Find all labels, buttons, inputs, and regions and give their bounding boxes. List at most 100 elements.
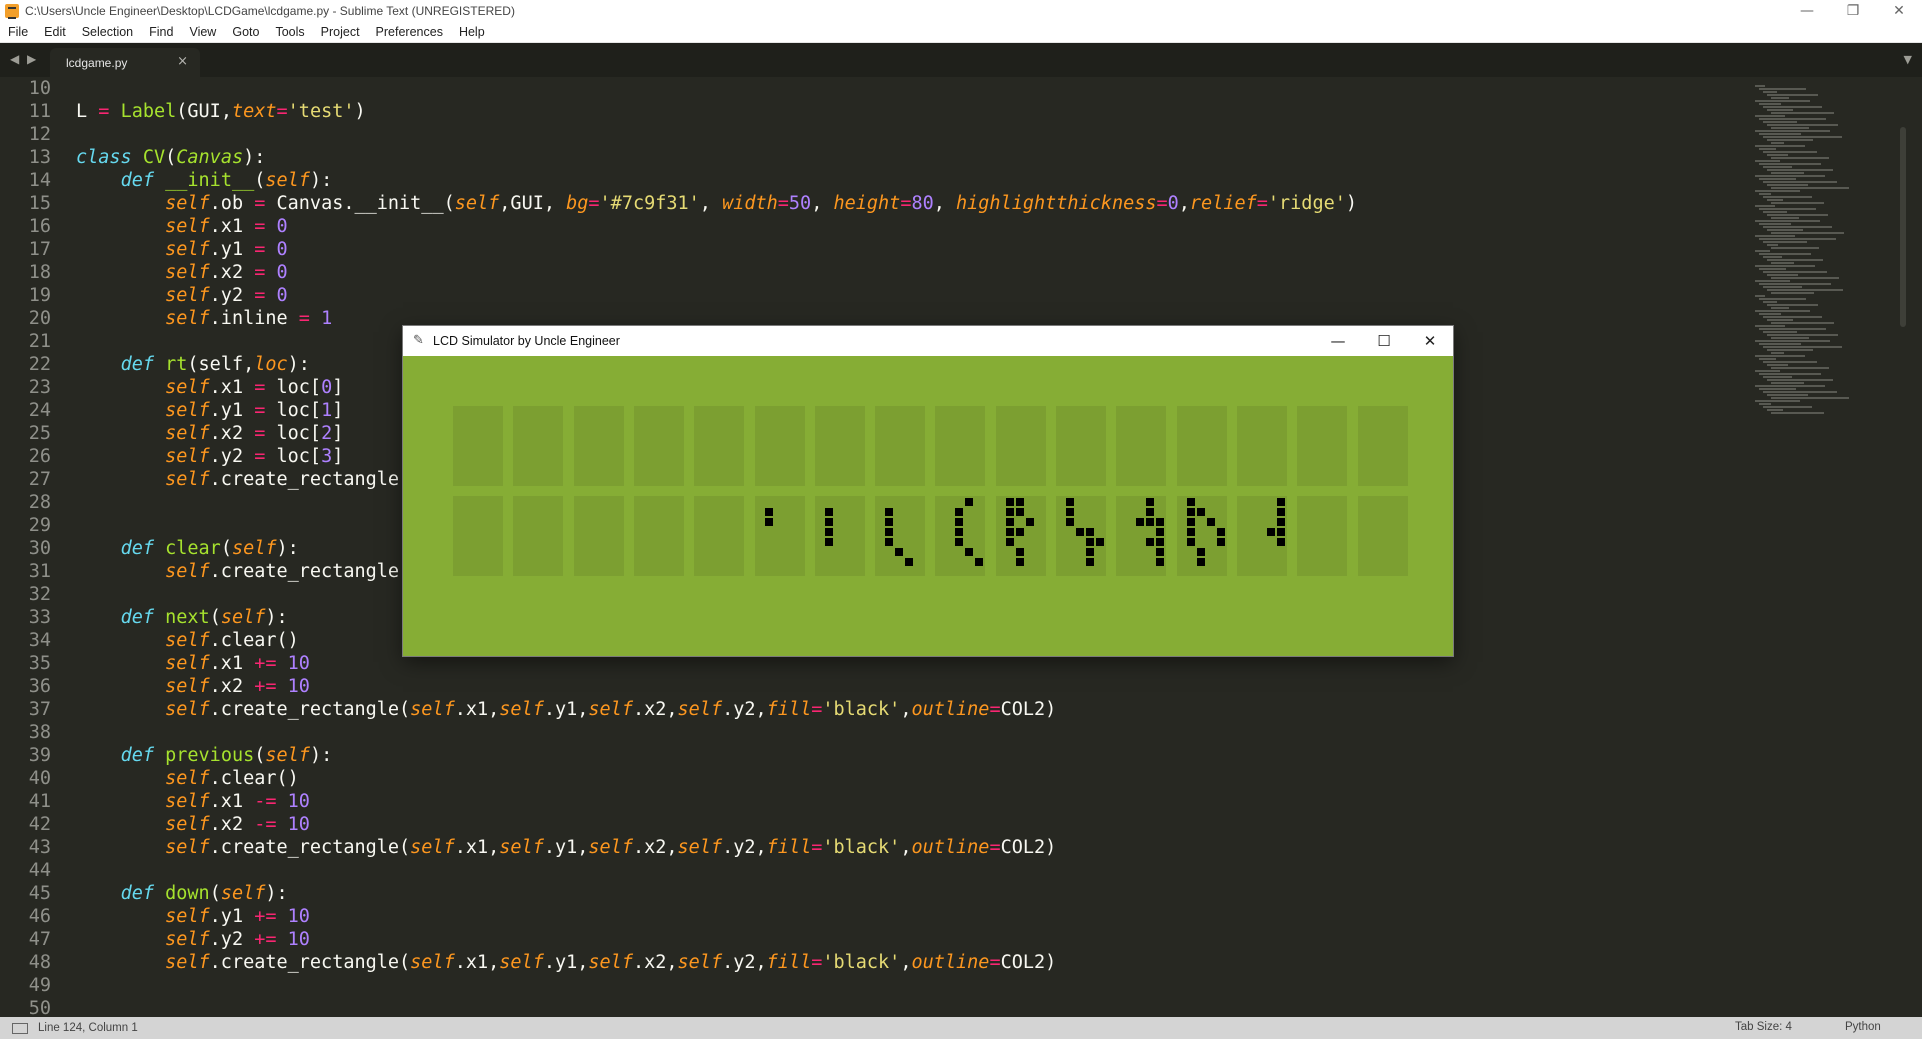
lcd-pixel bbox=[955, 508, 964, 516]
line-number: 40 bbox=[28, 768, 51, 789]
code-text: def __init__(self): bbox=[76, 169, 333, 192]
line-number: 45 bbox=[28, 883, 51, 904]
code-token: .y1 bbox=[209, 239, 255, 260]
code-token: COL2) bbox=[1000, 699, 1057, 720]
code-line[interactable]: 40 self.clear() bbox=[0, 767, 1740, 790]
code-text: self.create_rectangle(self.x1,self.y1,se… bbox=[76, 836, 1056, 859]
code-line[interactable]: 45 def down(self): bbox=[0, 882, 1740, 905]
minimap-line bbox=[1767, 169, 1833, 171]
code-line[interactable]: 36 self.x2 += 10 bbox=[0, 675, 1740, 698]
console-icon[interactable] bbox=[12, 1022, 28, 1034]
code-line[interactable]: 37 self.create_rectangle(self.x1,self.y1… bbox=[0, 698, 1740, 721]
tab-bar: ◀ ▶ lcdgame.py × ▼ bbox=[0, 43, 1922, 77]
code-line[interactable]: 43 self.create_rectangle(self.x1,self.y1… bbox=[0, 836, 1740, 859]
lcd-pixel bbox=[1216, 528, 1225, 536]
minimap-line bbox=[1767, 409, 1783, 411]
code-line[interactable]: 10 bbox=[0, 77, 1740, 100]
code-line[interactable]: 47 self.y2 += 10 bbox=[0, 928, 1740, 951]
lcd-pixel bbox=[905, 558, 914, 566]
lcd-minimize-button[interactable]: — bbox=[1315, 326, 1361, 356]
lcd-cell bbox=[513, 496, 564, 576]
code-line[interactable]: 17 self.y1 = 0 bbox=[0, 238, 1740, 261]
code-token: self bbox=[165, 653, 210, 674]
minimap-line bbox=[1763, 211, 1787, 213]
code-line[interactable]: 39 def previous(self): bbox=[0, 744, 1740, 767]
code-line[interactable]: 19 self.y2 = 0 bbox=[0, 284, 1740, 307]
menu-item-goto[interactable]: Goto bbox=[224, 25, 267, 39]
close-button[interactable]: ✕ bbox=[1876, 0, 1922, 22]
code-token: fill bbox=[766, 699, 812, 720]
lcd-cell bbox=[995, 496, 1046, 576]
minimap-line bbox=[1771, 157, 1829, 159]
minimap-line bbox=[1771, 187, 1849, 189]
scrollbar[interactable] bbox=[1900, 127, 1906, 327]
line-number: 21 bbox=[28, 331, 51, 352]
menu-item-tools[interactable]: Tools bbox=[267, 25, 312, 39]
restore-button[interactable]: ❐ bbox=[1830, 0, 1876, 22]
sublime-text-icon bbox=[5, 4, 19, 19]
code-line[interactable]: 44 bbox=[0, 859, 1740, 882]
code-text: self.x1 = loc[0] bbox=[76, 376, 343, 399]
code-line[interactable]: 46 self.y1 += 10 bbox=[0, 905, 1740, 928]
minimize-button[interactable]: — bbox=[1784, 0, 1830, 22]
code-line[interactable]: 41 self.x1 -= 10 bbox=[0, 790, 1740, 813]
code-token: = bbox=[254, 239, 266, 260]
code-line[interactable]: 15 self.ob = Canvas.__init__(self,GUI, b… bbox=[0, 192, 1740, 215]
code-line[interactable]: 18 self.x2 = 0 bbox=[0, 261, 1740, 284]
code-token: , bbox=[900, 837, 912, 858]
code-line[interactable]: 48 self.create_rectangle(self.x1,self.y1… bbox=[0, 951, 1740, 974]
code-line[interactable]: 13 class CV(Canvas): bbox=[0, 146, 1740, 169]
code-text: self.x2 = 0 bbox=[76, 261, 288, 284]
line-number: 15 bbox=[28, 193, 51, 214]
menu-item-project[interactable]: Project bbox=[313, 25, 368, 39]
code-text: self.y1 = 0 bbox=[76, 238, 288, 261]
menu-item-selection[interactable]: Selection bbox=[74, 25, 141, 39]
menu-item-help[interactable]: Help bbox=[451, 25, 493, 39]
code-token: , bbox=[900, 952, 912, 973]
menu-item-find[interactable]: Find bbox=[141, 25, 181, 39]
line-number: 36 bbox=[28, 676, 51, 697]
tab-dropdown-icon[interactable]: ▼ bbox=[1904, 53, 1912, 66]
code-line[interactable]: 49 bbox=[0, 974, 1740, 997]
minimap-line bbox=[1767, 154, 1788, 156]
minimap-line bbox=[1755, 325, 1785, 327]
minimap[interactable] bbox=[1740, 77, 1910, 1017]
menu-item-preferences[interactable]: Preferences bbox=[368, 25, 451, 39]
code-token: += bbox=[254, 676, 277, 697]
code-token: self bbox=[220, 607, 266, 628]
lcd-cell bbox=[814, 406, 865, 486]
code-line[interactable]: 42 self.x2 -= 10 bbox=[0, 813, 1740, 836]
tab-size[interactable]: Tab Size: 4 bbox=[1735, 1021, 1792, 1033]
tab-lcdgame[interactable]: lcdgame.py × bbox=[50, 48, 200, 77]
lcd-pixel bbox=[955, 518, 964, 526]
code-line[interactable]: 38 bbox=[0, 721, 1740, 744]
lcd-cell bbox=[814, 496, 865, 576]
code-token: .ob bbox=[209, 193, 255, 214]
minimap-line bbox=[1771, 322, 1834, 324]
code-token: ): bbox=[243, 147, 266, 168]
menu-item-edit[interactable]: Edit bbox=[36, 25, 74, 39]
minimap-line bbox=[1755, 175, 1825, 177]
lcd-cell bbox=[995, 406, 1046, 486]
lcd-window-controls: — ☐ ✕ bbox=[1315, 326, 1453, 356]
tab-close-icon[interactable]: × bbox=[177, 54, 188, 69]
code-token: ] bbox=[332, 400, 344, 421]
code-line[interactable]: 16 self.x1 = 0 bbox=[0, 215, 1740, 238]
code-token: .y2, bbox=[722, 837, 767, 858]
code-line[interactable]: 12 bbox=[0, 123, 1740, 146]
menu-item-file[interactable]: File bbox=[0, 25, 36, 39]
code-line[interactable]: 14 def __init__(self): bbox=[0, 169, 1740, 192]
tab-nav-arrows[interactable]: ◀ ▶ bbox=[10, 52, 38, 66]
lcd-close-button[interactable]: ✕ bbox=[1407, 326, 1453, 356]
lcd-cell bbox=[694, 496, 745, 576]
code-line[interactable]: 11 L = Label(GUI,text='test') bbox=[0, 100, 1740, 123]
code-token: , bbox=[811, 193, 834, 214]
menu-item-view[interactable]: View bbox=[181, 25, 224, 39]
lcd-maximize-button[interactable]: ☐ bbox=[1361, 326, 1407, 356]
minimap-line bbox=[1759, 298, 1806, 300]
syntax-mode[interactable]: Python bbox=[1845, 1021, 1881, 1033]
